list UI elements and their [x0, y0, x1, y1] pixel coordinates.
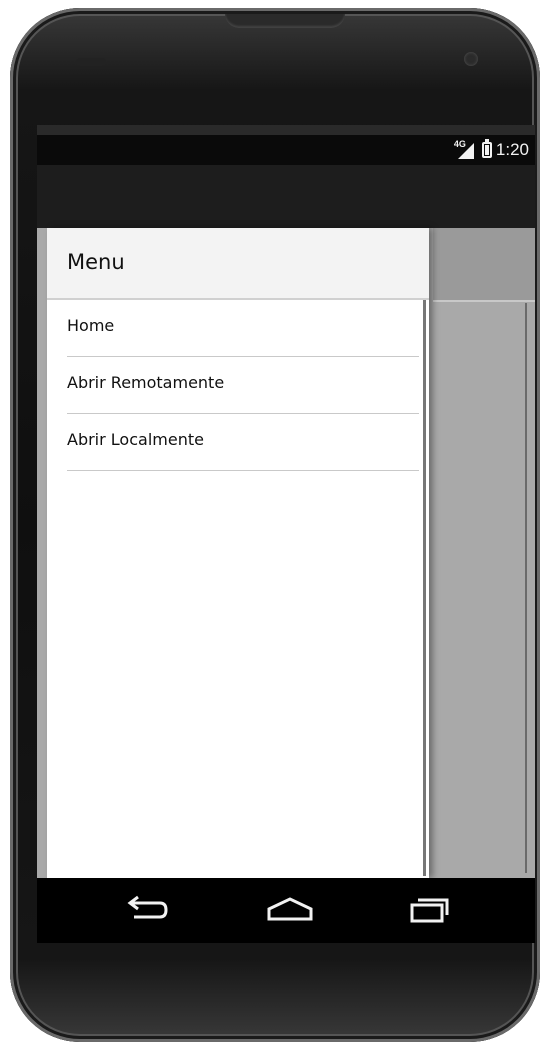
status-time: 1:20: [495, 140, 529, 159]
recent-apps-icon: [410, 898, 449, 923]
recent-apps-button[interactable]: [399, 890, 459, 930]
drawer-menu-list: Home Abrir Remotamente Abrir Localmente: [47, 300, 419, 471]
navigation-bar: [37, 878, 535, 943]
proximity-sensor: [76, 58, 106, 66]
content-scrollbar: [525, 303, 527, 873]
menu-item-abrir-localmente[interactable]: Abrir Localmente: [67, 414, 419, 471]
drawer-title: Menu: [67, 250, 125, 274]
status-icons: 4G 1:20: [454, 139, 529, 160]
action-bar: [37, 165, 535, 228]
menu-item-label: Abrir Remotamente: [67, 373, 225, 392]
status-bar: 4G 1:20: [37, 135, 535, 165]
dimmed-header-area: [433, 228, 535, 302]
earpiece-speaker: [225, 14, 345, 28]
device-screen: 4G 1:20 Menu Home Abrir Remotamente Abri…: [37, 125, 535, 943]
menu-item-abrir-remotamente[interactable]: Abrir Remotamente: [67, 357, 419, 414]
drawer-header: Menu: [47, 228, 429, 300]
home-icon: [267, 897, 313, 921]
navigation-drawer: Menu Home Abrir Remotamente Abrir Localm…: [47, 228, 429, 878]
back-button[interactable]: [117, 890, 177, 930]
battery-icon: [481, 139, 492, 158]
signal-icon: 4G: [454, 139, 476, 159]
phone-frame: 4G 1:20 Menu Home Abrir Remotamente Abri…: [10, 8, 540, 1042]
menu-item-label: Home: [67, 316, 115, 335]
drawer-scrollbar[interactable]: [423, 300, 426, 876]
front-camera: [464, 52, 478, 66]
back-icon: [127, 895, 168, 919]
menu-item-label: Abrir Localmente: [67, 430, 204, 449]
home-button[interactable]: [260, 890, 320, 930]
menu-item-home[interactable]: Home: [67, 300, 419, 357]
